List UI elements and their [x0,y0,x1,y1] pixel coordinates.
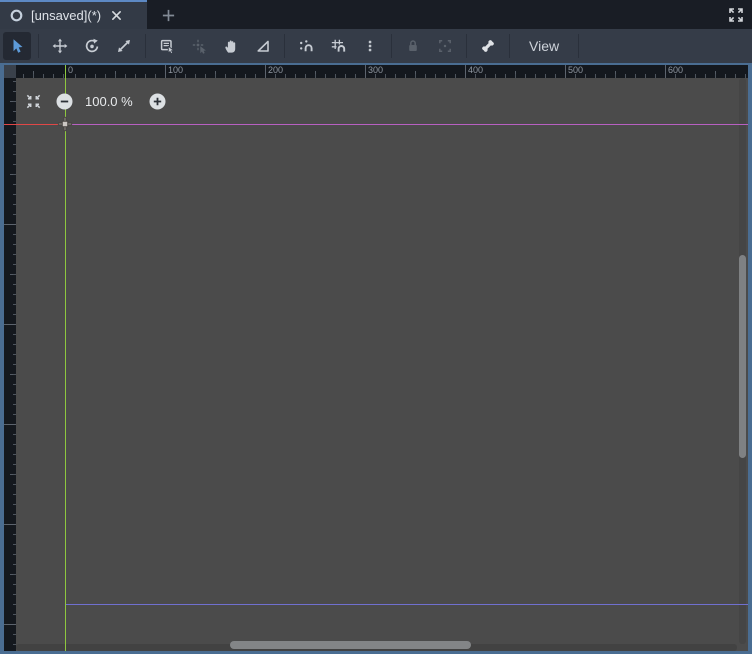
toolbar-separator [466,34,467,58]
h-ruler-major-tick: 600 [665,65,683,78]
add-tab-icon[interactable] [156,3,180,27]
godot-2d-editor: [unsaved](*) View 0 100 200 300 400 500 … [0,0,752,654]
scale-icon [116,38,132,54]
move-tool-button[interactable] [46,32,74,60]
canvas-2d[interactable] [16,78,748,651]
close-icon[interactable] [108,8,124,24]
h-ruler-major-tick: 200 [265,65,283,78]
select-arrow-icon [9,38,25,54]
v-ruler-major-tick: 500 [4,607,16,625]
pivot-icon [191,38,207,54]
h-ruler-major-tick: 400 [465,65,483,78]
v-ruler-major-tick: 100 [4,207,16,225]
toolbar-separator [391,34,392,58]
vertical-dots-icon [362,38,378,54]
scale-tool-button[interactable] [110,32,138,60]
smart-snap-button[interactable] [292,32,320,60]
v-ruler[interactable]: 0 100 200 300 400 500 [4,78,16,651]
node-position-gizmo[interactable] [56,115,74,133]
toolbar-separator [284,34,285,58]
rotate-icon [84,38,100,54]
bone-icon [480,38,496,54]
ruler-corner [4,65,16,78]
skeleton-options-button[interactable] [474,32,502,60]
lock-toggle-button[interactable] [399,32,427,60]
pan-hand-icon [223,38,239,54]
h-scrollbar-thumb[interactable] [230,641,471,649]
v-ruler-major-tick: 300 [4,407,16,425]
select-tool-button[interactable] [3,32,31,60]
ruler-tool-button[interactable] [249,32,277,60]
v-ruler-major-tick: 200 [4,307,16,325]
node-circle-icon [9,8,24,23]
scene-tab-label: [unsaved](*) [31,8,102,23]
grid-snap-icon [330,38,346,54]
toolbar-separator [509,34,510,58]
viewport-panel: 0 100 200 300 400 500 600 0 100 200 300 400 500 [0,63,752,654]
canvas-toolbar: View [0,29,752,63]
lock-icon [405,38,421,54]
toolbar-separator [145,34,146,58]
expand-panel-icon[interactable] [726,5,746,25]
grid-snap-button[interactable] [324,32,352,60]
snap-options-button[interactable] [356,32,384,60]
toolbar-separator [578,34,580,58]
zoom-level-label[interactable]: 100.0 % [85,94,155,109]
ruler-icon [255,38,271,54]
zoom-out-icon[interactable] [56,93,73,110]
list-select-tool-button[interactable] [153,32,181,60]
v-ruler-major-tick: 400 [4,507,16,525]
zoom-in-icon[interactable] [149,93,166,110]
view-menu-button[interactable]: View [517,32,571,60]
h-ruler-major-tick: 500 [565,65,583,78]
v-scrollbar-thumb[interactable] [739,255,746,458]
h-ruler[interactable]: 0 100 200 300 400 500 600 [16,65,748,78]
smart-snap-icon [298,38,314,54]
scene-tab[interactable]: [unsaved](*) [0,0,147,29]
toolbar-separator [38,34,39,58]
scene-tab-bar: [unsaved](*) [0,0,752,29]
pivot-tool-button[interactable] [185,32,213,60]
h-ruler-major-tick: 300 [365,65,383,78]
rotate-tool-button[interactable] [78,32,106,60]
h-ruler-major-tick: 100 [165,65,183,78]
v-ruler-major-tick: 0 [4,117,16,125]
h-ruler-major-tick: 0 [65,65,73,78]
list-select-icon [159,38,175,54]
group-toggle-button[interactable] [431,32,459,60]
group-icon [437,38,453,54]
pan-tool-button[interactable] [217,32,245,60]
center-view-icon[interactable] [25,93,42,110]
move-icon [52,38,68,54]
